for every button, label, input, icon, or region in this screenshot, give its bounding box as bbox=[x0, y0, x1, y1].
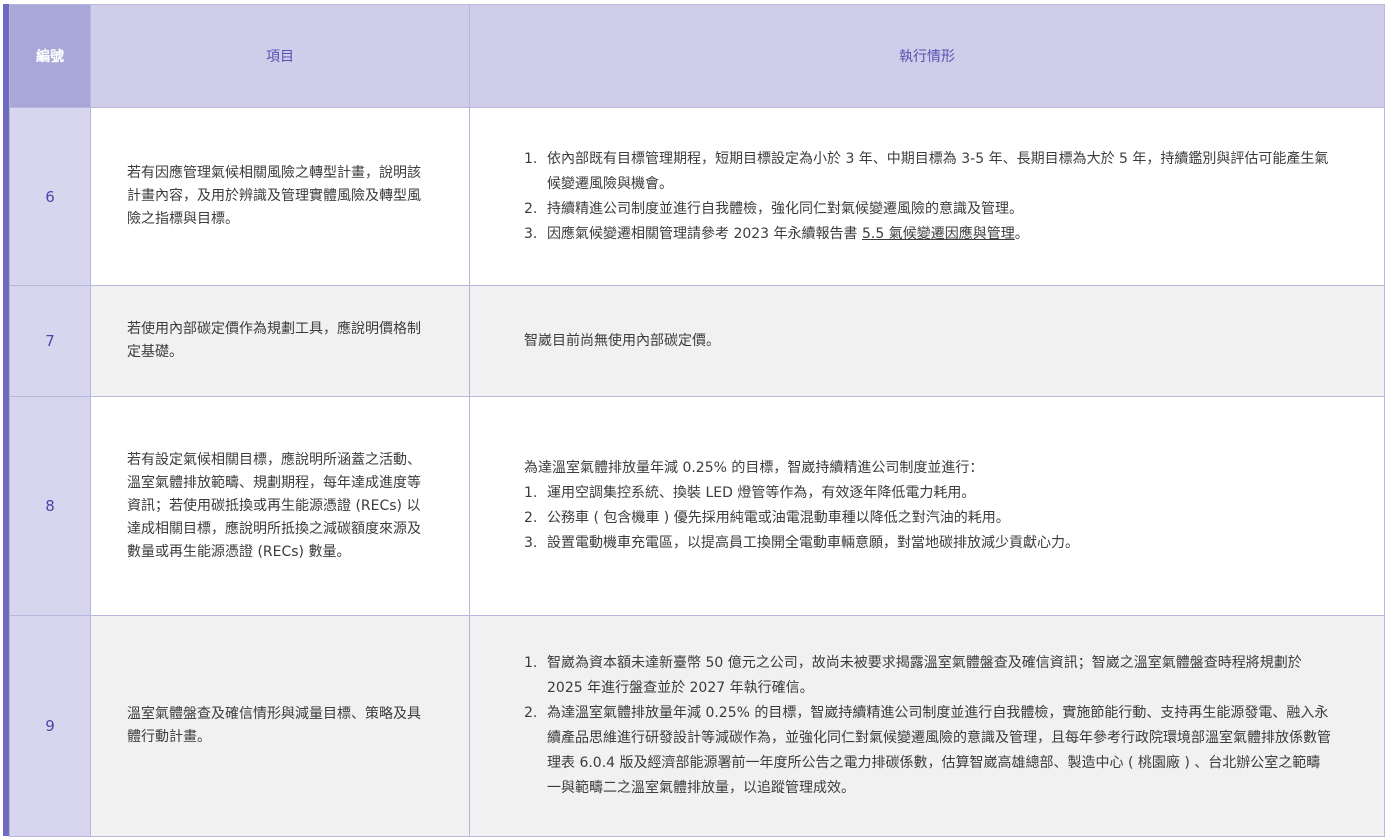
header-number: 編號 bbox=[9, 4, 91, 108]
table-row: 9 溫室氣體盤查及確信情形與減量目標、策略及具體行動計畫。 1. 智崴為資本額未達… bbox=[9, 615, 1385, 837]
list-item: 3. 設置電動機車充電區，以提高員工換開全電動車輛意願，對當地碳排放減少貢獻心力。 bbox=[524, 535, 1079, 551]
row-item: 溫室氣體盤查及確信情形與減量目標、策略及具體行動計畫。 bbox=[90, 615, 470, 837]
climate-disclosure-table: 編號 項目 執行情形 6 若有因應管理氣候相關風險之轉型計畫，說明該計畫內容，及… bbox=[9, 4, 1385, 837]
row-detail: 1. 依內部既有目標管理期程，短期目標設定為小於 3 年、中期目標為 3-5 年、… bbox=[469, 107, 1385, 286]
row-detail: 為達溫室氣體排放量年減 0.25% 的目標，智崴持續精進公司制度並進行： 1. 運… bbox=[469, 396, 1385, 616]
row-item: 若有因應管理氣候相關風險之轉型計畫，說明該計畫內容，及用於辨識及管理實體風險及轉… bbox=[90, 107, 470, 286]
row-number: 6 bbox=[9, 107, 91, 286]
table-row: 6 若有因應管理氣候相關風險之轉型計畫，說明該計畫內容，及用於辨識及管理實體風險… bbox=[9, 107, 1385, 286]
detail-list: 1. 運用空調集控系統、換裝 LED 燈管等作為，有效逐年降低電力耗用。 2. 公務… bbox=[524, 481, 1332, 556]
row-item: 若有設定氣候相關目標，應說明所涵蓋之活動、溫室氣體排放範疇、規劃期程，每年達成進… bbox=[90, 396, 470, 616]
detail-list: 1. 依內部既有目標管理期程，短期目標設定為小於 3 年、中期目標為 3-5 年、… bbox=[524, 147, 1332, 247]
list-item: 2. 持續精進公司制度並進行自我體檢，強化同仁對氣候變遷風險的意識及管理。 bbox=[524, 200, 1023, 217]
row-number: 8 bbox=[9, 396, 91, 616]
header-status: 執行情形 bbox=[469, 4, 1385, 108]
header-item: 項目 bbox=[90, 4, 470, 108]
detail-list: 1. 智崴為資本額未達新臺幣 50 億元之公司，故尚未被要求揭露溫室氣體盤查及確信… bbox=[524, 651, 1332, 801]
list-item: 2. 為達溫室氣體排放量年減 0.25% 的目標，智崴持續精進公司制度並進行自我體… bbox=[524, 705, 1331, 796]
row-detail: 智崴目前尚無使用內部碳定價。 bbox=[469, 285, 1385, 397]
row-detail: 1. 智崴為資本額未達新臺幣 50 億元之公司，故尚未被要求揭露溫室氣體盤查及確信… bbox=[469, 615, 1385, 837]
row-item: 若使用內部碳定價作為規劃工具，應說明價格制定基礎。 bbox=[90, 285, 470, 397]
list-item: 1. 運用空調集控系統、換裝 LED 燈管等作為，有效逐年降低電力耗用。 bbox=[524, 485, 976, 501]
table-row: 7 若使用內部碳定價作為規劃工具，應說明價格制定基礎。 智崴目前尚無使用內部碳定… bbox=[9, 285, 1385, 397]
disclosure-table-wrapper: 編號 項目 執行情形 6 若有因應管理氣候相關風險之轉型計畫，說明該計畫內容，及… bbox=[3, 4, 1385, 837]
row-number: 9 bbox=[9, 615, 91, 837]
table-row: 8 若有設定氣候相關目標，應說明所涵蓋之活動、溫室氣體排放範疇、規劃期程，每年達… bbox=[9, 396, 1385, 616]
list-item: 3. 因應氣候變遷相關管理請參考 2023 年永續報告書 5.5 氣候變遷因應與管… bbox=[524, 225, 1029, 242]
list-item: 1. 智崴為資本額未達新臺幣 50 億元之公司，故尚未被要求揭露溫室氣體盤查及確信… bbox=[524, 655, 1302, 696]
detail-intro: 為達溫室氣體排放量年減 0.25% 的目標，智崴持續精進公司制度並進行： bbox=[524, 460, 984, 476]
row-number: 7 bbox=[9, 285, 91, 397]
report-section-link[interactable]: 5.5 氣候變遷因應與管理 bbox=[862, 226, 1015, 242]
list-item: 1. 依內部既有目標管理期程，短期目標設定為小於 3 年、中期目標為 3-5 年、… bbox=[524, 150, 1329, 192]
list-item: 2. 公務車 ( 包含機車 ) 優先採用純電或油電混動車種以降低之對汽油的耗用。 bbox=[524, 510, 1010, 526]
table-header-row: 編號 項目 執行情形 bbox=[9, 4, 1385, 108]
